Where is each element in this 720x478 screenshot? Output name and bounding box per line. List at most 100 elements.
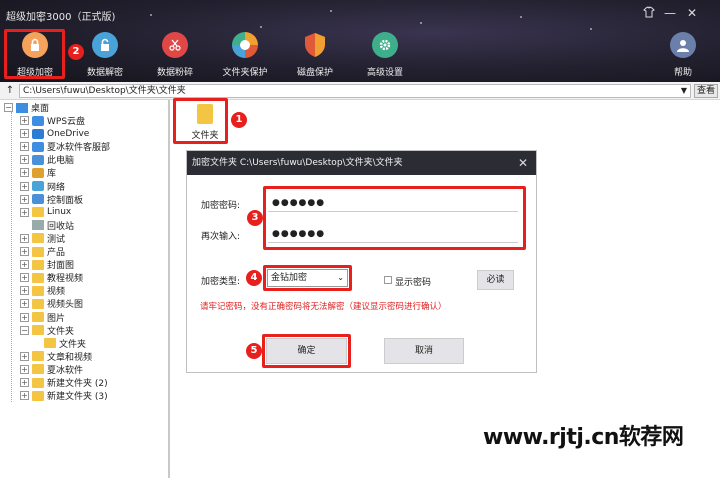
tree-label: 网络 xyxy=(47,182,66,193)
tree-item[interactable]: + 文章和视频 xyxy=(20,350,92,363)
folder-icon xyxy=(32,377,44,388)
location-icon xyxy=(32,141,44,152)
tree-item[interactable]: + 新建文件夹 (2) xyxy=(20,376,108,389)
expand-icon[interactable]: + xyxy=(20,312,29,322)
decor-star xyxy=(520,16,522,18)
tree-item[interactable]: + 封面图 xyxy=(20,258,74,271)
expand-icon[interactable]: + xyxy=(20,155,29,165)
tree-item[interactable]: + 测试 xyxy=(20,232,65,245)
must-read-button[interactable]: 必读 xyxy=(477,270,514,290)
highlight-box xyxy=(173,98,228,144)
folder-icon xyxy=(32,351,44,362)
tree-item[interactable]: + 库 xyxy=(20,166,56,179)
step-badge: 2 xyxy=(68,44,84,60)
expand-icon[interactable]: + xyxy=(20,260,29,270)
tree-item[interactable]: +回收站 xyxy=(20,219,74,232)
path-bar: ↑ C:\Users\fuwu\Desktop\文件夹\文件夹 ▼ 查看 xyxy=(0,82,720,100)
show-password-checkbox[interactable] xyxy=(384,276,392,284)
expand-icon[interactable]: + xyxy=(20,181,29,191)
tree-item[interactable]: + 视频头图 xyxy=(20,297,83,310)
tree-item[interactable]: + Linux xyxy=(20,206,71,219)
step-badge: 1 xyxy=(231,112,247,128)
disk-protect-button[interactable]: 磁盘保护 xyxy=(285,32,345,78)
tree-label: 文件夹 xyxy=(47,326,75,337)
folder-icon xyxy=(32,207,44,218)
decor-star xyxy=(150,14,152,16)
location-icon xyxy=(32,115,44,126)
folder-protect-button[interactable]: 文件夹保护 xyxy=(215,32,275,78)
highlight-box xyxy=(262,334,351,368)
folder-icon xyxy=(32,364,44,375)
tree-item[interactable]: + 此电脑 xyxy=(20,153,74,166)
collapse-icon[interactable]: − xyxy=(20,325,29,335)
expand-icon[interactable]: + xyxy=(20,116,29,125)
dialog-title: 加密文件夹 C:\Users\fuwu\Desktop\文件夹\文件夹 ✕ xyxy=(187,151,536,175)
tree-item-desktop[interactable]: − 桌面 xyxy=(4,101,49,114)
tree-item[interactable]: + 视频 xyxy=(20,284,65,297)
tree-label: 夏冰软件客服部 xyxy=(47,143,111,154)
expand-icon[interactable]: + xyxy=(20,207,29,217)
path-input[interactable]: C:\Users\fuwu\Desktop\文件夹\文件夹 ▼ xyxy=(19,84,691,98)
tree-guide xyxy=(11,112,12,402)
help-button[interactable]: 帮助 xyxy=(653,32,713,78)
folder-icon xyxy=(44,338,56,349)
collapse-icon[interactable]: − xyxy=(4,103,13,112)
tree-item[interactable]: + 图片 xyxy=(20,311,65,324)
expand-icon[interactable]: + xyxy=(20,142,29,152)
highlight-box xyxy=(4,29,65,79)
expand-icon[interactable]: + xyxy=(20,233,29,243)
shutter-icon xyxy=(232,32,258,58)
folder-icon xyxy=(32,233,44,244)
folder-icon xyxy=(32,259,44,270)
tree-label: 文件夹 xyxy=(59,339,87,350)
tree-item[interactable]: + 教程视频 xyxy=(20,271,83,284)
tree-label: Linux xyxy=(47,207,72,218)
tree-item[interactable]: + 新建文件夹 (3) xyxy=(20,389,108,402)
app-title: 超级加密3000（正式版) xyxy=(6,12,116,23)
close-icon[interactable]: ✕ xyxy=(518,151,528,175)
decrypt-button[interactable]: 数据解密 xyxy=(75,32,135,78)
tree-item[interactable]: + 夏冰软件 xyxy=(20,363,83,376)
tree-item[interactable]: +文件夹 xyxy=(32,337,86,350)
unlock-icon xyxy=(92,32,118,58)
cancel-button[interactable]: 取消 xyxy=(384,338,464,364)
location-icon xyxy=(32,181,44,191)
expand-icon[interactable]: + xyxy=(20,299,29,309)
close-icon[interactable]: ✕ xyxy=(684,6,700,20)
confirm-password-label: 再次输入: xyxy=(201,232,241,242)
tree-item[interactable]: + OneDrive xyxy=(20,127,89,140)
up-arrow-icon[interactable]: ↑ xyxy=(3,84,17,98)
tree-item[interactable]: + 控制面板 xyxy=(20,193,83,206)
tree-item[interactable]: + 产品 xyxy=(20,245,65,258)
expand-icon[interactable]: + xyxy=(20,247,29,256)
toolbar-label: 数据解密 xyxy=(86,68,123,78)
expand-icon[interactable]: + xyxy=(20,273,29,283)
tree-item[interactable]: − 文件夹 xyxy=(20,324,74,337)
decor-star xyxy=(590,28,592,30)
tree-item[interactable]: + 夏冰软件客服部 xyxy=(20,140,110,153)
toolbar-label: 磁盘保护 xyxy=(296,68,333,78)
expand-icon[interactable]: + xyxy=(20,351,29,361)
minimize-icon[interactable]: — xyxy=(662,6,678,20)
location-icon xyxy=(32,194,44,205)
shirt-icon[interactable] xyxy=(641,6,657,21)
expand-icon[interactable]: + xyxy=(20,129,29,139)
tree-label: 视频 xyxy=(47,287,66,298)
expand-icon[interactable]: + xyxy=(20,364,29,374)
expand-icon[interactable]: + xyxy=(20,286,29,296)
title-header: 超级加密3000（正式版) — ✕ 超级加密 数据解密 数据粉碎 文件夹保护 磁… xyxy=(0,0,720,82)
folder-icon xyxy=(32,285,44,296)
expand-icon[interactable]: + xyxy=(20,391,29,401)
tree-item[interactable]: + WPS云盘 xyxy=(20,114,85,127)
shred-button[interactable]: 数据粉碎 xyxy=(145,32,205,78)
tree-item[interactable]: + 网络 xyxy=(20,180,65,193)
folder-icon xyxy=(32,390,44,401)
expand-icon[interactable]: + xyxy=(20,168,29,178)
expand-icon[interactable]: + xyxy=(20,194,29,204)
gear-icon xyxy=(372,32,398,58)
advanced-settings-button[interactable]: 高级设置 xyxy=(355,32,415,78)
shield-icon xyxy=(302,32,328,58)
chevron-down-icon[interactable]: ▼ xyxy=(681,85,687,97)
view-button[interactable]: 查看 xyxy=(694,84,718,98)
expand-icon[interactable]: + xyxy=(20,378,29,387)
